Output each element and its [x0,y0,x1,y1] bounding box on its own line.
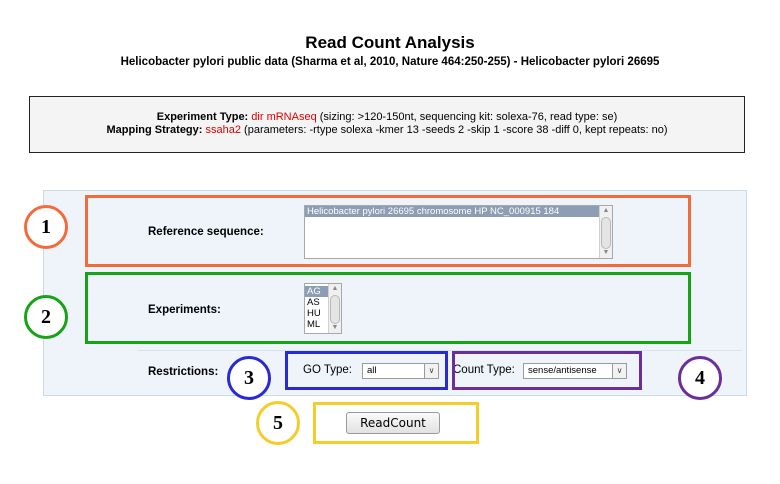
marker-5: 5 [256,401,300,445]
mapping-strategy-line: Mapping Strategy: ssaha2 (parameters: -r… [30,124,744,137]
restrictions-label: Restrictions: [148,366,219,378]
marker-4: 4 [678,356,722,400]
highlight-box-4 [452,351,642,390]
marker-2: 2 [24,295,68,339]
highlight-box-3 [285,351,448,390]
marker-1: 1 [24,205,68,249]
highlight-box-2 [85,272,691,344]
page-subtitle: Helicobacter pylori public data (Sharma … [120,56,660,68]
marker-3: 3 [227,356,271,400]
mapping-strategy-value: ssaha2 [205,124,241,136]
experiment-type-label: Experiment Type: [156,111,249,123]
highlight-box-1 [85,195,691,267]
highlight-box-5 [313,402,479,444]
experiment-info-box: Experiment Type: dir mRNAseq (sizing: >1… [29,96,745,153]
page-title: Read Count Analysis [305,33,475,52]
experiment-type-value: dir mRNAseq [251,111,317,123]
mapping-strategy-details: (parameters: -rtype solexa -kmer 13 -see… [240,124,668,136]
experiment-type-details: (sizing: >120-150nt, sequencing kit: sol… [316,111,618,123]
mapping-strategy-label: Mapping Strategy: [106,124,203,136]
experiment-type-line: Experiment Type: dir mRNAseq (sizing: >1… [30,111,744,124]
